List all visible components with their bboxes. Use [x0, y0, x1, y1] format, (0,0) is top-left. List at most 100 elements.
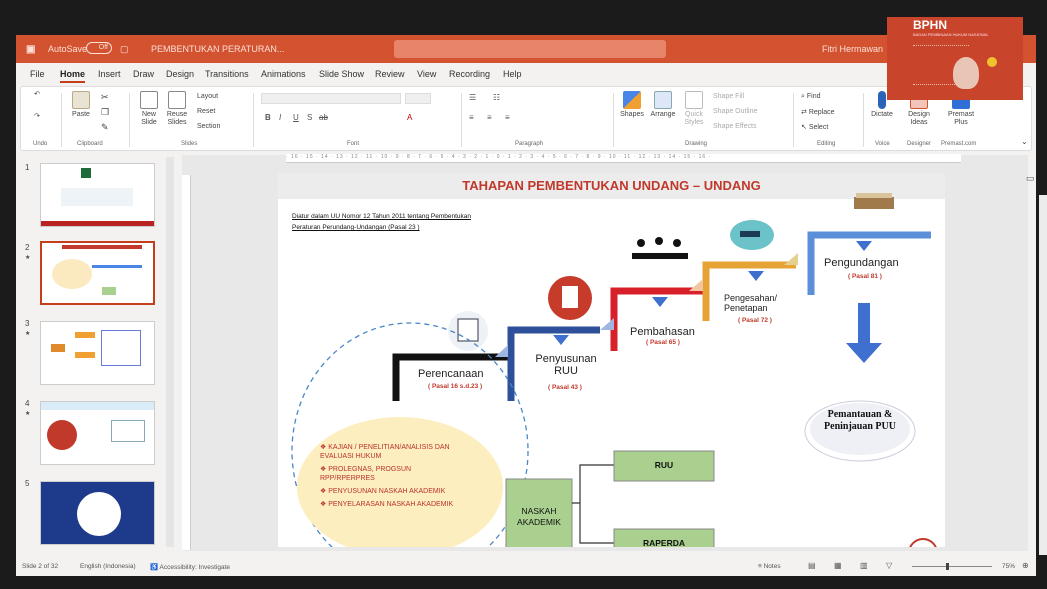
document-title[interactable]: PEMBENTUKAN PERATURAN...	[151, 44, 284, 54]
zoom-level[interactable]: 75%	[1002, 563, 1015, 570]
menu-insert[interactable]: Insert	[98, 69, 121, 79]
diamond-bullet-icon: ❖	[320, 466, 329, 473]
menu-slide-show[interactable]: Slide Show	[319, 69, 364, 79]
cut-icon[interactable]: ✂	[101, 92, 109, 103]
collapse-ribbon-icon[interactable]: ⌄	[1021, 137, 1028, 146]
menu-help[interactable]: Help	[503, 69, 522, 79]
slideshow-icon[interactable]: ▽	[886, 561, 892, 570]
webcam-overlay: BPHN BADAN PEMBINAAN HUKUM NASIONAL	[887, 17, 1023, 100]
menu-review[interactable]: Review	[375, 69, 405, 79]
align-right-icon[interactable]: ≡	[505, 113, 510, 122]
reset-button[interactable]: Reset	[197, 108, 215, 115]
shape-outline-button[interactable]: Shape Outline	[713, 108, 757, 115]
bullet-text: KAJIAN / PENELITIAN/ANALISIS DAN EVALUAS…	[320, 444, 450, 460]
align-center-icon[interactable]: ≡	[487, 113, 492, 122]
step-pembahasan[interactable]: Pembahasan	[630, 326, 695, 338]
raperda-box[interactable]: RAPERDA	[614, 538, 714, 547]
pasal-perencanaan: ( Pasal 16 s.d.23 )	[428, 383, 483, 390]
search-box[interactable]	[394, 40, 666, 58]
expand-icon[interactable]: ▭	[1026, 173, 1035, 184]
step-pengesahan[interactable]: Pengesahan/ Penetapan	[724, 293, 796, 313]
shadow-button[interactable]: S	[307, 113, 312, 122]
user-name[interactable]: Fitri Hermawan	[822, 44, 883, 54]
reuse-slides-button[interactable]: Reuse Slides	[165, 91, 189, 127]
reuse-slides-icon	[168, 91, 186, 109]
new-slide-button[interactable]: New Slide	[137, 91, 161, 127]
normal-view-icon[interactable]: ▤	[808, 561, 816, 570]
planning-bullet-list[interactable]: ❖ KAJIAN / PENELITIAN/ANALISIS DAN EVALU…	[320, 443, 460, 509]
autosave-toggle[interactable]: Off	[86, 42, 112, 54]
bullet-text: PENYELARASAN NASKAH AKADEMIK	[328, 501, 454, 508]
thumbnail-steps	[92, 265, 142, 275]
menu-design[interactable]: Design	[166, 69, 194, 79]
italic-button[interactable]: I	[279, 113, 281, 122]
font-color-button[interactable]: A	[407, 113, 412, 122]
bullets-icon[interactable]: ☰	[469, 93, 476, 102]
menu-home[interactable]: Home	[60, 69, 86, 83]
shape-fill-button[interactable]: Shape Fill	[713, 93, 744, 100]
arrange-button[interactable]: Arrange	[649, 91, 677, 119]
language-indicator[interactable]: English (Indonesia)	[80, 563, 136, 570]
ribbon-divider	[253, 93, 254, 147]
replace-button[interactable]: ⇄ Replace	[801, 108, 835, 116]
new-slide-label: New Slide	[141, 111, 157, 126]
zoom-slider-thumb[interactable]	[946, 563, 949, 570]
copy-icon[interactable]: ❐	[101, 107, 109, 118]
numbering-icon[interactable]: ☷	[493, 93, 500, 102]
shape-effects-button[interactable]: Shape Effects	[713, 123, 756, 130]
accessibility-indicator[interactable]: ♿ Accessibility: Investigate	[150, 563, 230, 571]
canvas-scrollbar[interactable]	[1039, 195, 1047, 555]
fit-to-window-icon[interactable]: ⊕	[1022, 561, 1029, 570]
naskah-akademik-box[interactable]: NASKAH AKADEMIK	[508, 506, 570, 528]
slide-sorter-icon[interactable]: ▦	[834, 561, 842, 570]
step-pengundangan[interactable]: Pengundangan	[824, 257, 899, 269]
slide-thumbnail-1[interactable]	[40, 163, 155, 227]
align-left-icon[interactable]: ≡	[469, 113, 474, 122]
step-penyusunan[interactable]: Penyusunan RUU	[524, 353, 608, 377]
logo-icon	[81, 168, 91, 178]
menu-animations[interactable]: Animations	[261, 69, 306, 79]
section-button[interactable]: Section	[197, 123, 220, 130]
status-emoji-icon	[987, 57, 997, 67]
thumbnail-box	[51, 344, 65, 352]
replace-icon: ⇄	[801, 109, 809, 116]
font-name-select[interactable]	[261, 93, 401, 104]
find-button[interactable]: ⌕ Find	[801, 93, 821, 101]
strikethrough-button[interactable]: ab	[319, 113, 328, 122]
ribbon-divider	[61, 93, 62, 147]
layout-button[interactable]: Layout	[197, 93, 218, 100]
slide-thumbnail-2[interactable]	[40, 241, 155, 305]
select-button[interactable]: ↖ Select	[801, 123, 828, 131]
menu-file[interactable]: File	[30, 69, 45, 79]
font-size-select[interactable]	[405, 93, 431, 104]
menu-transitions[interactable]: Transitions	[205, 69, 249, 79]
bold-button[interactable]: B	[265, 113, 271, 122]
save-icon[interactable]: ▢	[120, 44, 129, 55]
underline-button[interactable]: U	[293, 113, 299, 122]
paste-button[interactable]: Paste	[69, 91, 93, 119]
undo-button[interactable]: ↶ ↷	[31, 91, 43, 121]
ribbon-divider	[129, 93, 130, 147]
slide-thumbnail-4[interactable]	[40, 401, 155, 465]
down-arrow-icon	[652, 297, 668, 307]
menu-recording[interactable]: Recording	[449, 69, 490, 79]
menu-view[interactable]: View	[417, 69, 436, 79]
format-painter-icon[interactable]: ✎	[101, 122, 109, 133]
thumbnail-scrollbar[interactable]	[166, 157, 174, 547]
slide[interactable]: TAHAPAN PEMBENTUKAN UNDANG – UNDANG Diat…	[278, 173, 945, 547]
shapes-button[interactable]: Shapes	[619, 91, 645, 119]
zoom-slider[interactable]	[912, 566, 992, 567]
notes-button[interactable]: ≡ Notes	[758, 563, 781, 570]
big-arrow-shaft	[858, 303, 870, 345]
bullet-item: ❖ PENYUSUNAN NASKAH AKADEMIK	[320, 487, 460, 496]
slide-thumbnail-3[interactable]	[40, 321, 155, 385]
book-icon	[854, 197, 894, 209]
step-perencanaan[interactable]: Perencanaan	[418, 368, 483, 380]
slide-thumbnail-5[interactable]	[40, 481, 155, 545]
undo-icon: ↶	[34, 91, 40, 98]
ruu-box[interactable]: RUU	[614, 460, 714, 470]
quick-styles-button[interactable]: Quick Styles	[681, 91, 707, 127]
reading-view-icon[interactable]: ▥	[860, 561, 868, 570]
monitoring-label[interactable]: Pemantauan & Peninjauan PUU	[818, 409, 902, 433]
menu-draw[interactable]: Draw	[133, 69, 154, 79]
